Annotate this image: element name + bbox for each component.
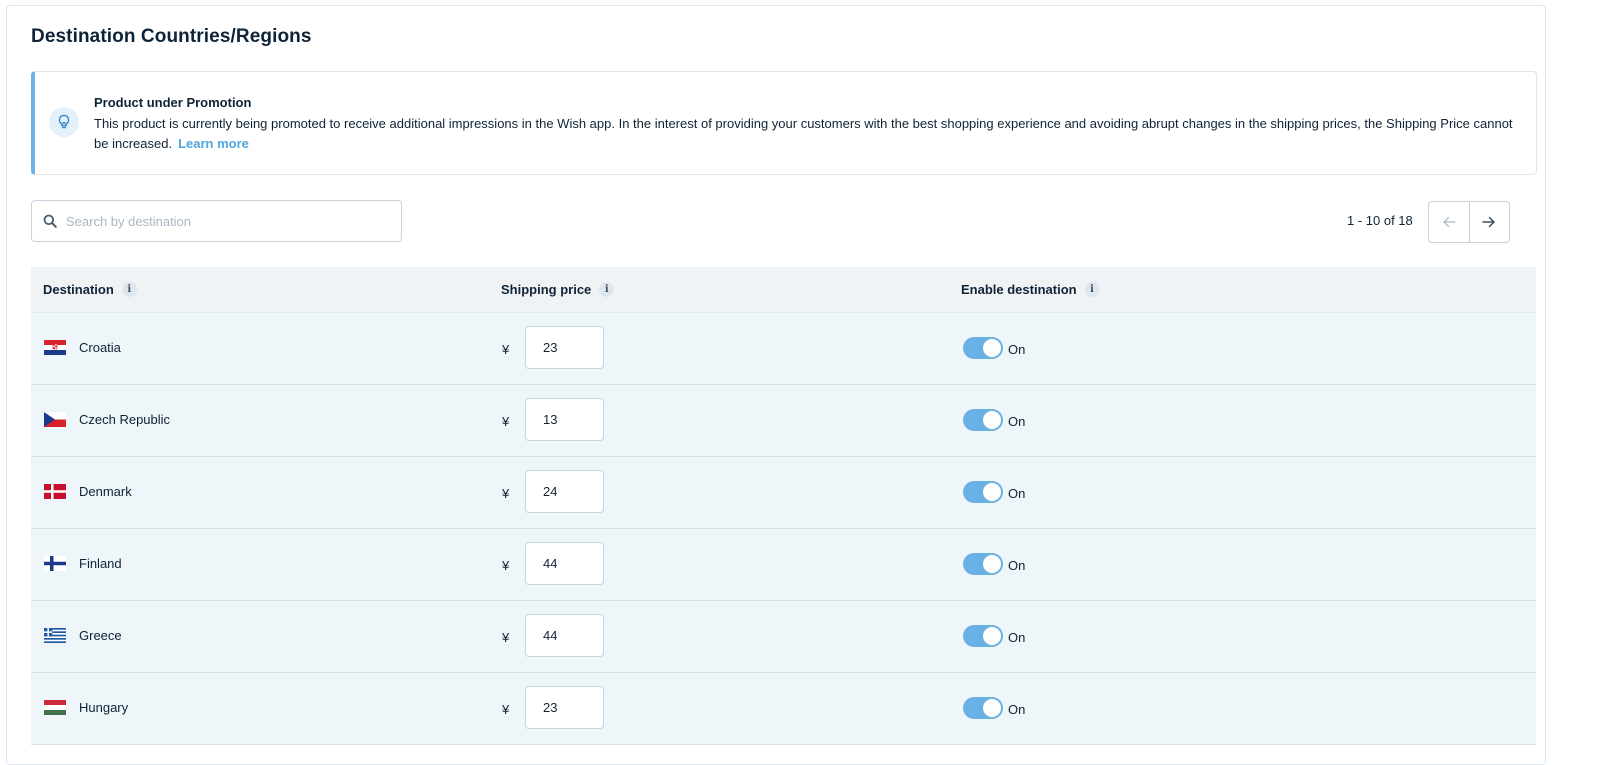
toggle-knob: [983, 483, 1001, 501]
alert-title: Product under Promotion: [94, 95, 252, 110]
info-icon[interactable]: i: [121, 282, 137, 297]
finland-flag-icon: [44, 556, 66, 571]
country-name: Greece: [79, 628, 122, 643]
pagination-label: 1 - 10 of 18: [1347, 213, 1413, 228]
country-name: Czech Republic: [79, 412, 171, 427]
enable-destination-toggle[interactable]: [963, 337, 1003, 359]
toggle-knob: [983, 339, 1001, 357]
table-row: Greece ¥ On: [31, 601, 1536, 673]
toggle-knob: [983, 627, 1001, 645]
toggle-knob: [983, 555, 1001, 573]
currency-symbol: ¥: [502, 486, 510, 501]
currency-symbol: ¥: [502, 414, 510, 429]
search-box[interactable]: [31, 200, 402, 242]
table-header: Destination i Shipping price i Enable de…: [31, 267, 1536, 313]
table-row: Hungary ¥ On: [31, 673, 1536, 745]
promotion-alert: Product under Promotion This product is …: [31, 71, 1537, 175]
pagination-controls: [1428, 201, 1510, 243]
search-input[interactable]: [64, 212, 388, 230]
arrow-left-icon: [1443, 216, 1456, 228]
greece-flag-icon: [44, 628, 66, 643]
country-name: Croatia: [79, 340, 121, 355]
denmark-flag-icon: [44, 484, 66, 499]
header-enable-destination: Enable destination i: [961, 282, 1100, 297]
currency-symbol: ¥: [502, 702, 510, 717]
destinations-table: Destination i Shipping price i Enable de…: [31, 267, 1536, 745]
currency-symbol: ¥: [502, 630, 510, 645]
search-icon: [42, 213, 58, 229]
country-name: Finland: [79, 556, 122, 571]
table-row: Croatia ¥ On: [31, 313, 1536, 385]
table-row: Denmark ¥ On: [31, 457, 1536, 529]
header-destination: Destination i: [43, 282, 137, 297]
info-icon[interactable]: i: [1084, 282, 1100, 297]
enable-destination-toggle[interactable]: [963, 409, 1003, 431]
shipping-price-input[interactable]: [525, 686, 604, 729]
country-name: Hungary: [79, 700, 129, 715]
toggle-status: On: [1008, 486, 1026, 501]
table-row: Czech Republic ¥ On: [31, 385, 1536, 457]
enable-destination-toggle[interactable]: [963, 697, 1003, 719]
info-icon[interactable]: i: [599, 282, 615, 297]
arrow-right-icon: [1482, 216, 1495, 228]
table-row: Finland ¥ On: [31, 529, 1536, 601]
shipping-price-input[interactable]: [525, 398, 604, 441]
header-destination-label: Destination: [43, 282, 114, 297]
enable-destination-toggle[interactable]: [963, 481, 1003, 503]
learn-more-link[interactable]: Learn more: [178, 136, 249, 151]
toggle-status: On: [1008, 342, 1026, 357]
previous-page-button[interactable]: [1429, 202, 1469, 242]
currency-symbol: ¥: [502, 558, 510, 573]
shipping-price-input[interactable]: [525, 542, 604, 585]
header-shipping-price: Shipping price i: [501, 282, 615, 297]
alert-body: This product is currently being promoted…: [94, 114, 1524, 154]
toggle-status: On: [1008, 702, 1026, 717]
toggle-knob: [983, 699, 1001, 717]
next-page-button[interactable]: [1468, 202, 1510, 242]
toggle-status: On: [1008, 630, 1026, 645]
enable-destination-toggle[interactable]: [963, 553, 1003, 575]
page-title: Destination Countries/Regions: [31, 26, 312, 47]
currency-symbol: ¥: [502, 342, 510, 357]
header-shipping-price-label: Shipping price: [501, 282, 592, 297]
czech-republic-flag-icon: [44, 412, 66, 427]
alert-message: This product is currently being promoted…: [94, 116, 1513, 151]
destinations-card: Destination Countries/Regions Product un…: [6, 5, 1546, 765]
toggle-status: On: [1008, 558, 1026, 573]
toggle-knob: [983, 411, 1001, 429]
shipping-price-input[interactable]: [525, 470, 604, 513]
lightbulb-icon: [49, 107, 79, 137]
shipping-price-input[interactable]: [525, 326, 604, 369]
toggle-status: On: [1008, 414, 1026, 429]
croatia-flag-icon: [44, 340, 66, 355]
shipping-price-input[interactable]: [525, 614, 604, 657]
header-enable-destination-label: Enable destination: [961, 282, 1077, 297]
hungary-flag-icon: [44, 700, 66, 715]
country-name: Denmark: [79, 484, 132, 499]
enable-destination-toggle[interactable]: [963, 625, 1003, 647]
